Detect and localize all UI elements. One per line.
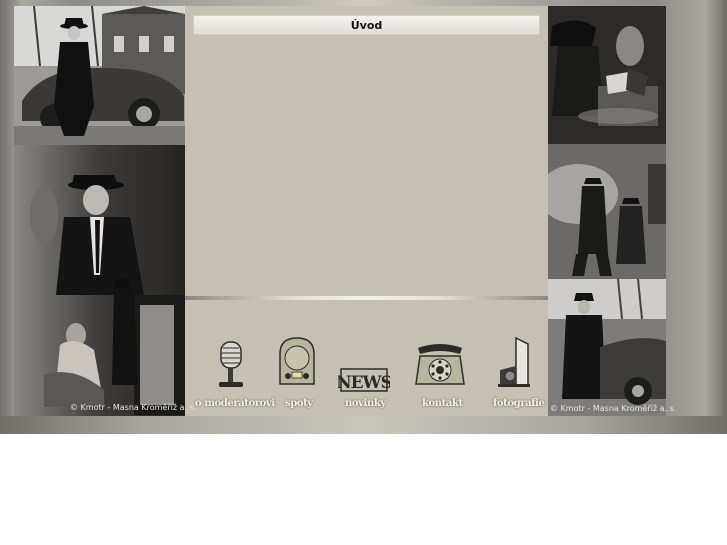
microphone-icon bbox=[219, 341, 243, 387]
copyright-right: © Kmotr - Masna Kroměříž a. s. bbox=[550, 404, 677, 413]
photo-gangster-with-car bbox=[14, 6, 185, 145]
photo-gangster-and-woman bbox=[14, 145, 185, 416]
page-title: Úvod bbox=[193, 15, 540, 35]
copyright-left: © Kmotr - Masna Kroměříž a. s. bbox=[70, 403, 197, 412]
photo-fight-scene bbox=[548, 144, 666, 279]
nav-label: spoty bbox=[285, 398, 313, 409]
nav-about-moderator[interactable]: o moderátorovi bbox=[193, 338, 275, 412]
camera-icon bbox=[498, 336, 530, 387]
svg-text:NEWS: NEWS bbox=[338, 373, 390, 393]
news-icon: NEWS bbox=[338, 368, 390, 393]
photo-man-with-car bbox=[548, 279, 666, 416]
nav-label: novinky bbox=[345, 398, 386, 409]
radio-icon bbox=[279, 337, 315, 385]
nav-contact[interactable]: kontakt bbox=[412, 340, 468, 412]
nav-photos[interactable]: fotografie bbox=[490, 336, 545, 412]
divider bbox=[185, 296, 548, 300]
telephone-icon bbox=[415, 344, 465, 385]
nav-news[interactable]: NEWS novinky bbox=[338, 366, 390, 412]
bottom-band bbox=[0, 416, 727, 434]
nav-label: kontakt bbox=[422, 398, 463, 409]
nav-label: fotografie bbox=[493, 398, 545, 409]
photo-card-players bbox=[548, 6, 666, 144]
nav-label: o moderátorovi bbox=[195, 398, 275, 409]
nav-spots[interactable]: spoty bbox=[272, 336, 322, 412]
